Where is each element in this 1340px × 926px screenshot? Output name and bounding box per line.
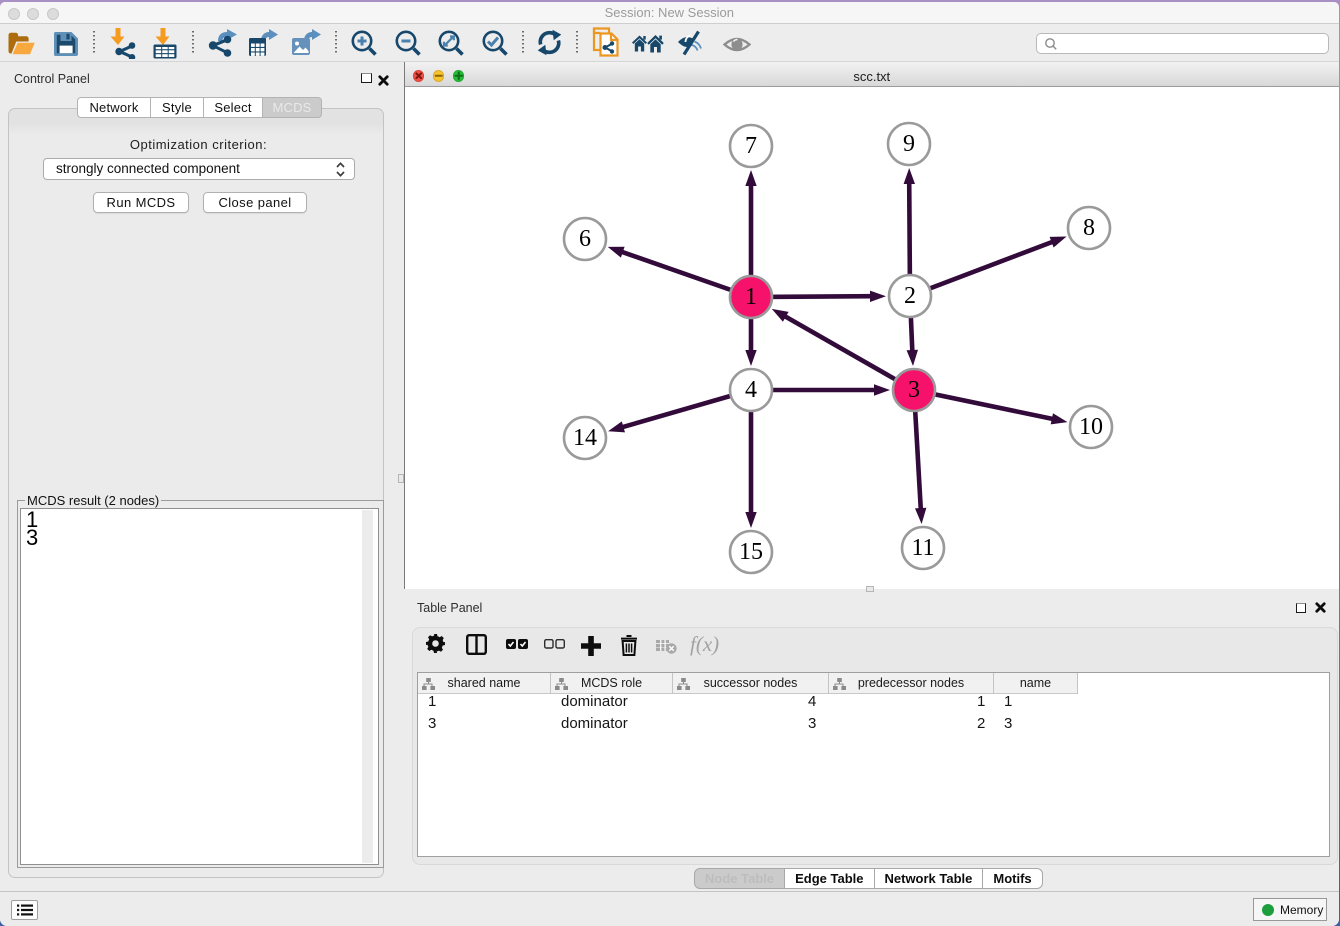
svg-text:4: 4 — [745, 377, 757, 403]
svg-text:1: 1 — [745, 284, 757, 310]
svg-text:2: 2 — [904, 283, 916, 309]
svg-text:8: 8 — [1083, 215, 1095, 241]
svg-text:9: 9 — [903, 131, 915, 157]
svg-text:7: 7 — [745, 133, 757, 159]
svg-text:3: 3 — [908, 377, 920, 403]
svg-text:6: 6 — [579, 226, 591, 252]
svg-text:14: 14 — [573, 425, 597, 451]
svg-text:11: 11 — [911, 535, 934, 561]
svg-text:10: 10 — [1079, 414, 1103, 440]
svg-text:15: 15 — [739, 539, 763, 565]
